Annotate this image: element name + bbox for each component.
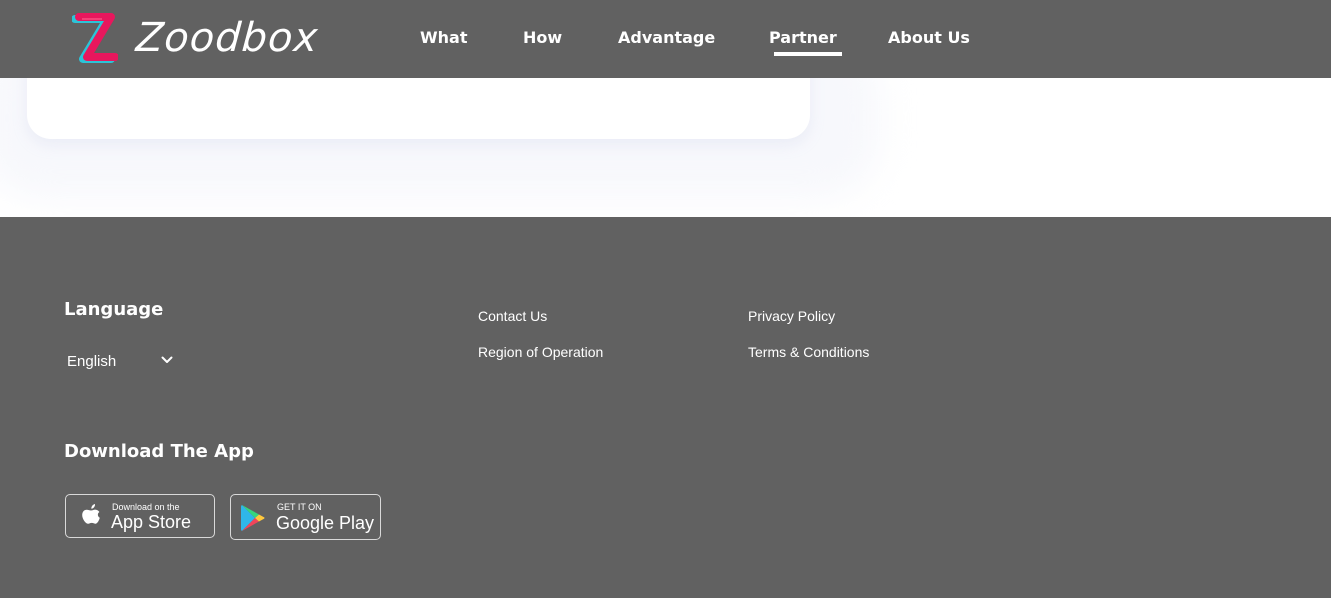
app-store-button[interactable]: Download on the App Store bbox=[65, 494, 215, 538]
download-heading: Download The App bbox=[64, 441, 254, 462]
google-play-big-text: Google Play bbox=[276, 513, 375, 533]
zoodbox-logo-icon bbox=[72, 11, 118, 65]
app-store-small-text: Download on the bbox=[112, 502, 180, 512]
site-footer: Language English Contact Us Region of Op… bbox=[0, 217, 1331, 598]
page-content bbox=[0, 78, 1331, 217]
app-store-big-text: App Store bbox=[111, 512, 192, 532]
content-card bbox=[27, 78, 810, 139]
language-value: English bbox=[67, 353, 117, 370]
language-select[interactable]: English bbox=[65, 351, 177, 373]
nav-item-partner[interactable]: Partner bbox=[769, 28, 842, 56]
nav-item-what[interactable]: What bbox=[420, 28, 467, 48]
site-header: Zoodbox What How Advantage Partner About… bbox=[0, 0, 1331, 78]
brand-name: Zoodbox bbox=[134, 15, 320, 61]
footer-link-terms-conditions[interactable]: Terms & Conditions bbox=[748, 343, 869, 361]
logo-link[interactable]: Zoodbox bbox=[72, 10, 320, 66]
nav-item-advantage[interactable]: Advantage bbox=[618, 28, 715, 48]
language-heading: Language bbox=[64, 299, 164, 320]
nav-item-about-us[interactable]: About Us bbox=[888, 28, 970, 48]
apple-icon bbox=[82, 504, 100, 524]
footer-link-contact-us[interactable]: Contact Us bbox=[478, 307, 547, 325]
footer-link-region-of-operation[interactable]: Region of Operation bbox=[478, 343, 603, 361]
google-play-button[interactable]: GET IT ON Google Play bbox=[230, 494, 381, 540]
google-play-small-text: GET IT ON bbox=[277, 502, 322, 512]
google-play-icon bbox=[241, 505, 265, 531]
nav-item-how[interactable]: How bbox=[523, 28, 562, 48]
footer-link-privacy-policy[interactable]: Privacy Policy bbox=[748, 307, 835, 325]
chevron-down-icon bbox=[161, 356, 173, 363]
